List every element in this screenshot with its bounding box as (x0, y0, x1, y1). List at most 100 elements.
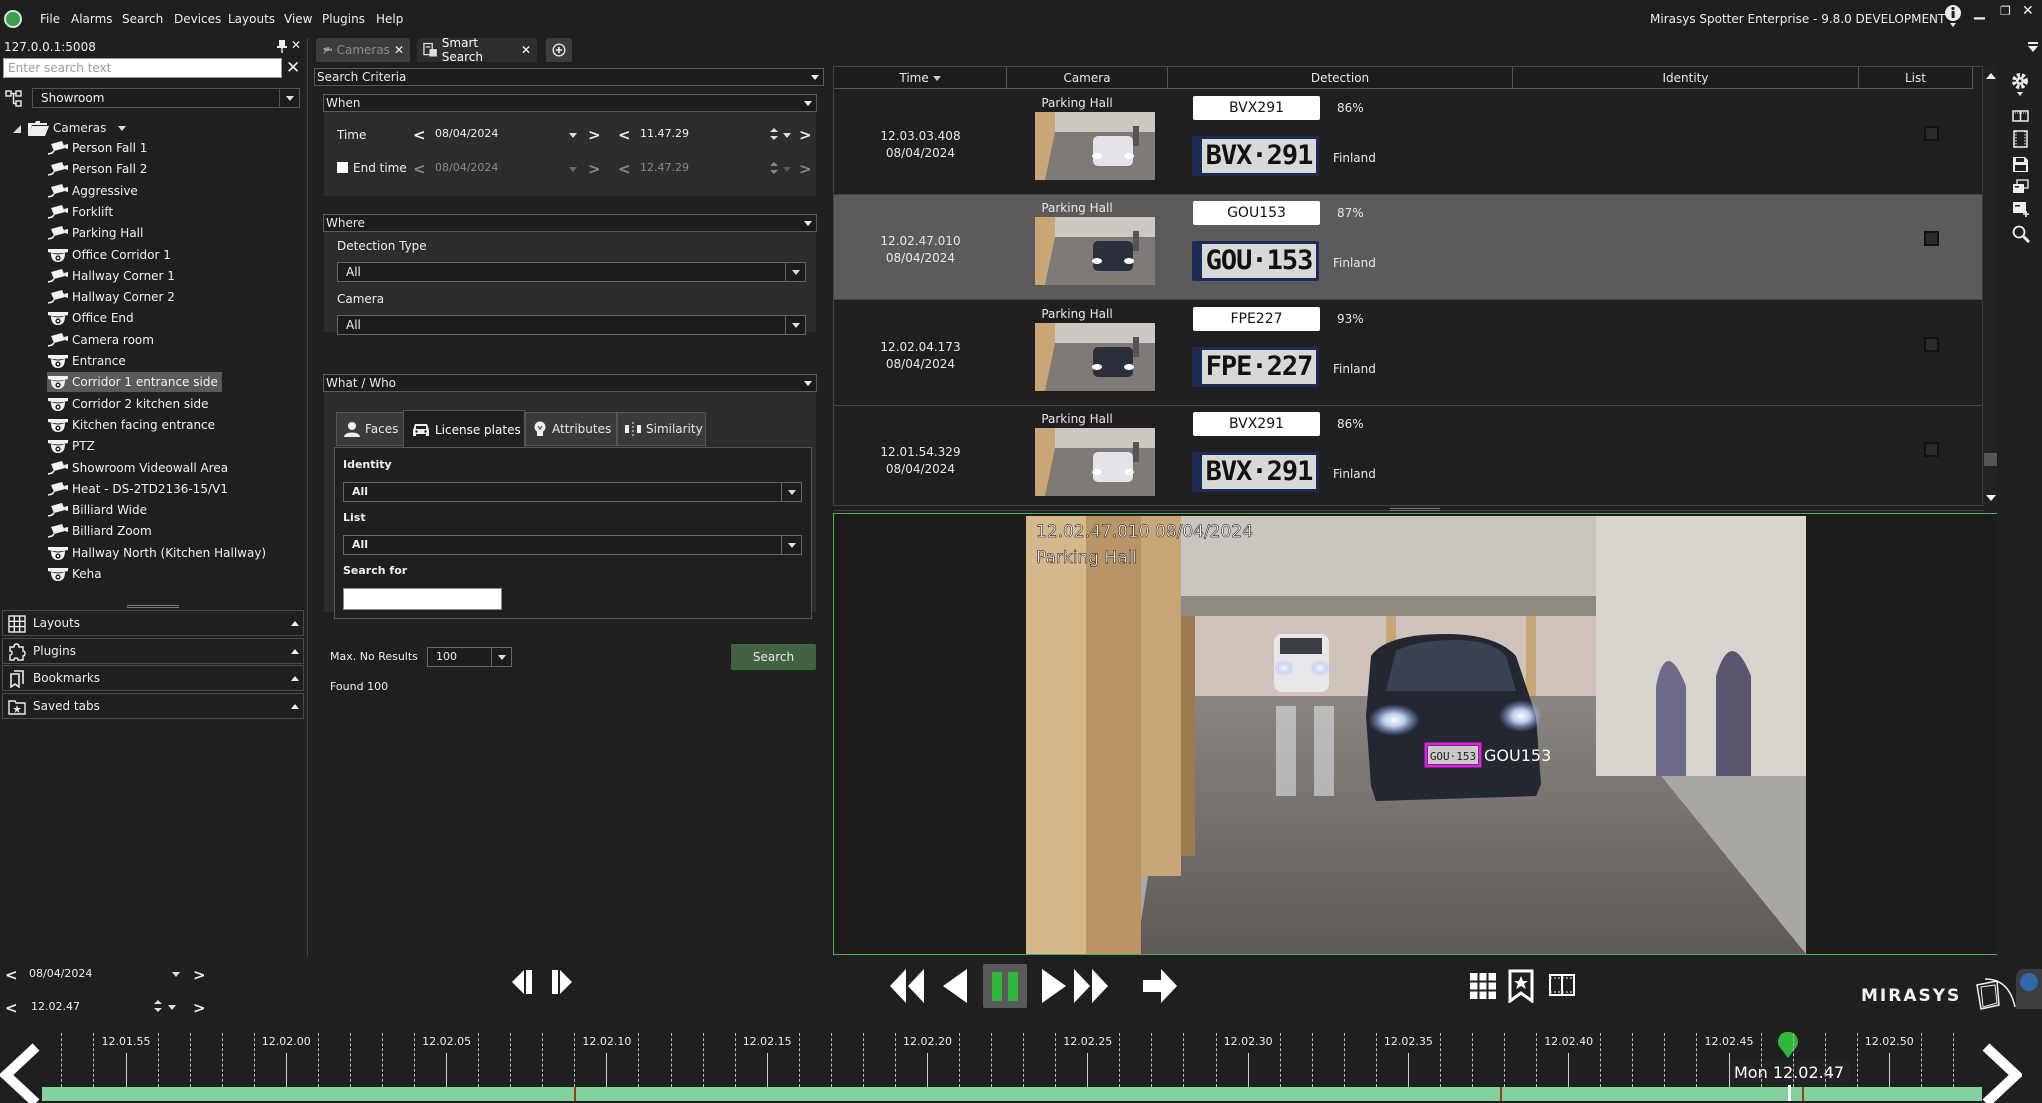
result-thumbnail[interactable] (1035, 217, 1155, 286)
plate-search-input[interactable] (343, 588, 502, 610)
time-spinner-icon[interactable] (770, 127, 778, 141)
film-view-icon[interactable] (1549, 974, 1575, 996)
tree-camera-item[interactable]: Corridor 2 kitchen side (47, 394, 212, 414)
start-time-field[interactable]: 11.47.29 (640, 127, 689, 140)
tree-camera-item[interactable]: PTZ (47, 436, 99, 456)
splitter-handle[interactable] (127, 605, 179, 608)
plate-text[interactable]: BVX291 (1193, 411, 1320, 436)
section-saved-tabs[interactable]: Saved tabs (2, 692, 304, 719)
collapse-triangle-icon[interactable] (13, 125, 21, 133)
time-spinner-icon[interactable] (154, 999, 162, 1013)
grid-layout-icon[interactable] (1470, 973, 1496, 999)
next-date-button[interactable]: > (588, 128, 601, 143)
search-button[interactable]: Search (731, 644, 816, 670)
timeline-scroll-right-icon[interactable] (1982, 1043, 2022, 1103)
camera-select[interactable]: All (337, 315, 806, 335)
save-icon[interactable] (2012, 156, 2029, 173)
tree-root-cameras[interactable]: Cameras (53, 121, 127, 135)
date-dropdown-icon[interactable] (172, 972, 180, 977)
menu-alarms[interactable]: Alarms (71, 12, 113, 26)
close-tab-icon[interactable]: ✕ (394, 43, 404, 57)
end-time-field[interactable]: 12.47.29 (640, 161, 689, 174)
time-spinner-icon[interactable] (770, 161, 778, 175)
tree-camera-item[interactable]: Parking Hall (47, 223, 147, 243)
subtab-license-plates[interactable]: License plates (403, 410, 525, 448)
splitter-handle[interactable] (1390, 508, 1440, 511)
menu-file[interactable]: File (40, 12, 60, 26)
result-row[interactable]: 12.02.47.010 08/04/2024 Parking Hall GOU153… (834, 195, 1984, 301)
pause-button[interactable] (983, 964, 1027, 1008)
time-dropdown-icon[interactable] (168, 1005, 176, 1010)
step-back-frame-icon[interactable] (512, 970, 538, 994)
result-thumbnail[interactable] (1035, 112, 1155, 180)
what-who-header[interactable]: What / Who (323, 374, 817, 392)
tree-camera-item[interactable]: Hallway North (Kitchen Hallway) (47, 543, 270, 563)
subtab-attributes[interactable]: Attributes (525, 412, 617, 446)
result-thumbnail[interactable] (1035, 427, 1155, 496)
playback-date-field[interactable]: 08/04/2024 (29, 967, 92, 980)
fast-forward-icon[interactable] (1074, 969, 1110, 1003)
menu-plugins[interactable]: Plugins (322, 12, 365, 26)
column-header-time[interactable]: Time (834, 67, 1007, 89)
prev-date-button[interactable]: < (413, 128, 426, 143)
end-date-field[interactable]: 08/04/2024 (435, 161, 498, 174)
column-header-camera[interactable]: Camera (1007, 67, 1168, 89)
play-icon[interactable] (1040, 969, 1066, 1003)
prev-time-button[interactable]: < (618, 128, 631, 143)
max-results-select[interactable]: 100 (427, 647, 512, 667)
plate-text[interactable]: BVX291 (1193, 96, 1320, 120)
prev-day-button[interactable]: < (5, 968, 18, 983)
time-dropdown-icon[interactable] (783, 167, 791, 172)
plate-text[interactable]: GOU153 (1193, 201, 1320, 226)
prev-time-button[interactable]: < (5, 1001, 18, 1016)
view-select[interactable]: Showroom (32, 88, 300, 108)
time-dropdown-icon[interactable] (783, 133, 791, 138)
tree-camera-item[interactable]: Person Fall 2 (47, 159, 151, 179)
tree-camera-item[interactable]: Billiard Wide (47, 500, 151, 520)
date-dropdown-icon[interactable] (569, 167, 577, 172)
overflow-menu-icon[interactable] (2028, 42, 2038, 54)
tree-camera-item[interactable]: Hallway Corner 1 (47, 266, 179, 286)
tree-camera-item[interactable]: Billiard Zoom (47, 521, 156, 541)
scroll-up-icon[interactable] (1986, 73, 1996, 79)
go-to-live-icon[interactable] (1143, 969, 1179, 1003)
next-end-time-button[interactable]: > (799, 162, 812, 177)
video-frame[interactable]: GOU·153 GOU153 12.02.47.010 08/04/2024 P… (1026, 516, 1806, 954)
menu-layouts[interactable]: Layouts (228, 12, 275, 26)
search-magnifier-icon[interactable] (2012, 225, 2030, 243)
restore-button[interactable]: ❐ (2000, 4, 2011, 18)
add-card-icon[interactable] (2012, 201, 2030, 217)
results-scrollbar[interactable] (1982, 67, 1999, 505)
tree-camera-item[interactable]: Showroom Videowall Area (47, 458, 232, 478)
result-row[interactable]: 12.02.04.173 08/04/2024 Parking Hall FPE227… (834, 301, 1984, 406)
tree-search-input[interactable] (3, 58, 282, 78)
tree-camera-item[interactable]: Person Fall 1 (47, 138, 151, 158)
menu-help[interactable]: Help (376, 12, 403, 26)
next-day-button[interactable]: > (193, 968, 206, 983)
column-header-list[interactable]: List (1859, 67, 1973, 89)
info-icon[interactable] (1944, 4, 1962, 28)
tree-camera-item[interactable]: Entrance (47, 351, 130, 371)
video-player[interactable]: GOU·153 GOU153 12.02.47.010 08/04/2024 P… (833, 513, 1999, 955)
tab-smart-search[interactable]: Smart Search ✕ (417, 36, 537, 64)
next-time-button[interactable]: > (193, 1001, 206, 1016)
playback-time-field[interactable]: 12.02.47 (31, 1000, 80, 1013)
timeline[interactable]: Mon 12.02.47 12.01.55 12.02.00 12.02.05 12.… (0, 1025, 2042, 1103)
menu-devices[interactable]: Devices (174, 12, 221, 26)
tree-camera-item[interactable]: Corridor 1 entrance side (47, 372, 222, 393)
list-select[interactable]: All (343, 535, 802, 555)
settings-gear-icon[interactable] (2010, 72, 2030, 98)
close-panel-icon[interactable]: ✕ (291, 38, 301, 52)
menu-view[interactable]: View (284, 12, 312, 26)
detection-type-select[interactable]: All (337, 262, 806, 282)
result-row[interactable]: 12.01.54.329 08/04/2024 Parking Hall BVX291… (834, 406, 1984, 511)
next-time-button[interactable]: > (799, 128, 812, 143)
list-checkbox[interactable] (1924, 441, 1939, 457)
tree-camera-item[interactable]: Office End (47, 308, 138, 328)
tree-camera-item[interactable]: Kitchen facing entrance (47, 415, 219, 435)
recording-bar[interactable] (42, 1087, 1982, 1101)
plate-crop-image[interactable]: GOU·153 (1192, 241, 1319, 282)
tree-camera-item[interactable]: Forklift (47, 202, 117, 222)
timeline-scroll-left-icon[interactable] (0, 1043, 40, 1103)
section-plugins[interactable]: Plugins (2, 637, 304, 664)
